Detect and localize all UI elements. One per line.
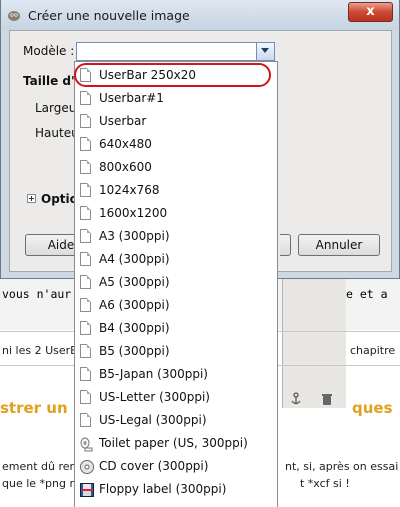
page-icon [80,114,94,130]
template-option[interactable]: Floppy label (300ppi) [75,478,277,501]
toilet-paper-icon [80,436,94,452]
template-option[interactable]: 1600x1200 [75,202,277,225]
template-label: Modèle : [23,44,75,58]
template-option-label: CD cover (300ppi) [99,459,209,473]
paragraph-line-1-left: ement dû ren [2,460,77,473]
page-icon [80,91,94,107]
title-bar: Créer une nouvelle image x [1,0,399,30]
template-option-label: US-Legal (300ppi) [99,413,207,427]
template-option-label: Userbar [99,114,147,128]
template-option-label: 640x480 [99,137,152,151]
section-heading-right: ques [352,399,393,417]
page-icon [80,229,94,245]
page-icon [80,390,94,406]
code-line-right: e et a [346,287,388,301]
page-icon [80,344,94,360]
gimp-icon [8,11,20,21]
code-line-left: vous n'aur [2,287,72,301]
template-option[interactable]: 1024x768 [75,179,277,202]
template-option-label: A4 (300ppi) [99,252,170,266]
paragraph-line-2-left: que le *png r [2,477,74,490]
template-option-label: 1024x768 [99,183,160,197]
template-option-label: 1600x1200 [99,206,168,220]
cancel-button[interactable]: Annuler [298,234,380,256]
template-option-label: B5 (300ppi) [99,344,170,358]
chevron-down-icon [261,48,269,53]
page-icon [80,298,94,314]
template-option-label: US-Letter (300ppi) [99,390,210,404]
template-option[interactable]: B5 (300ppi) [75,340,277,363]
page-icon [80,321,94,337]
anchor-icon [291,392,301,405]
template-option-label: Toilet paper (US, 300ppi) [99,436,248,450]
cd-icon [80,459,94,475]
template-option[interactable]: 640x480 [75,133,277,156]
template-dropdown-list: UserBar 250x20 Userbar#1 Userbar 640x480 800… [74,61,278,507]
template-option-label: 800x600 [99,160,152,174]
template-option-label: B5-Japan (300ppi) [99,367,208,381]
page-icon [80,183,94,199]
window-title: Créer une nouvelle image [28,8,190,23]
template-option-label: Userbar#1 [99,91,164,105]
height-label: Hauteu [35,126,79,140]
ok-button[interactable] [280,234,291,256]
template-option[interactable]: US-Letter (300ppi) [75,386,277,409]
page-icon [80,413,94,429]
paragraph-line-2-right: t *xcf si ! [300,477,350,490]
text-left: ni les 2 UserE [2,344,78,357]
page-icon [80,206,94,222]
template-option[interactable]: Userbar [75,110,277,133]
template-option[interactable]: B4 (300ppi) [75,317,277,340]
page-icon [80,252,94,268]
template-option-label: B4 (300ppi) [99,321,170,335]
trash-icon [322,394,332,405]
highlight-ring [74,63,271,87]
background-panel [282,278,346,408]
paragraph-line-1-right: nt, si, après on essai [285,460,399,473]
template-combobox[interactable] [76,42,275,61]
template-option[interactable]: US-Legal (300ppi) [75,409,277,432]
template-option[interactable]: Userbar#1 [75,87,277,110]
template-option[interactable]: A6 (300ppi) [75,294,277,317]
template-option[interactable]: 800x600 [75,156,277,179]
template-option-label: Floppy label (300ppi) [99,482,227,496]
template-option[interactable]: A4 (300ppi) [75,248,277,271]
page-icon [80,275,94,291]
template-option[interactable]: A5 (300ppi) [75,271,277,294]
page-icon [80,160,94,176]
template-option[interactable]: Toilet paper (US, 300ppi) [75,432,277,455]
template-option-label: A5 (300ppi) [99,275,170,289]
template-option-label: A6 (300ppi) [99,298,170,312]
template-option-label: A3 (300ppi) [99,229,170,243]
template-option[interactable]: B5-Japan (300ppi) [75,363,277,386]
page-icon [80,137,94,153]
template-option[interactable]: A3 (300ppi) [75,225,277,248]
floppy-icon [80,482,94,498]
combo-dropdown-button[interactable] [256,43,274,60]
section-heading-left: strer un [0,399,68,417]
text-right: chapitre [350,344,396,357]
options-expander[interactable] [27,194,36,203]
page-icon [80,367,94,383]
template-option[interactable]: CD cover (300ppi) [75,455,277,478]
close-button[interactable]: x [348,2,393,22]
